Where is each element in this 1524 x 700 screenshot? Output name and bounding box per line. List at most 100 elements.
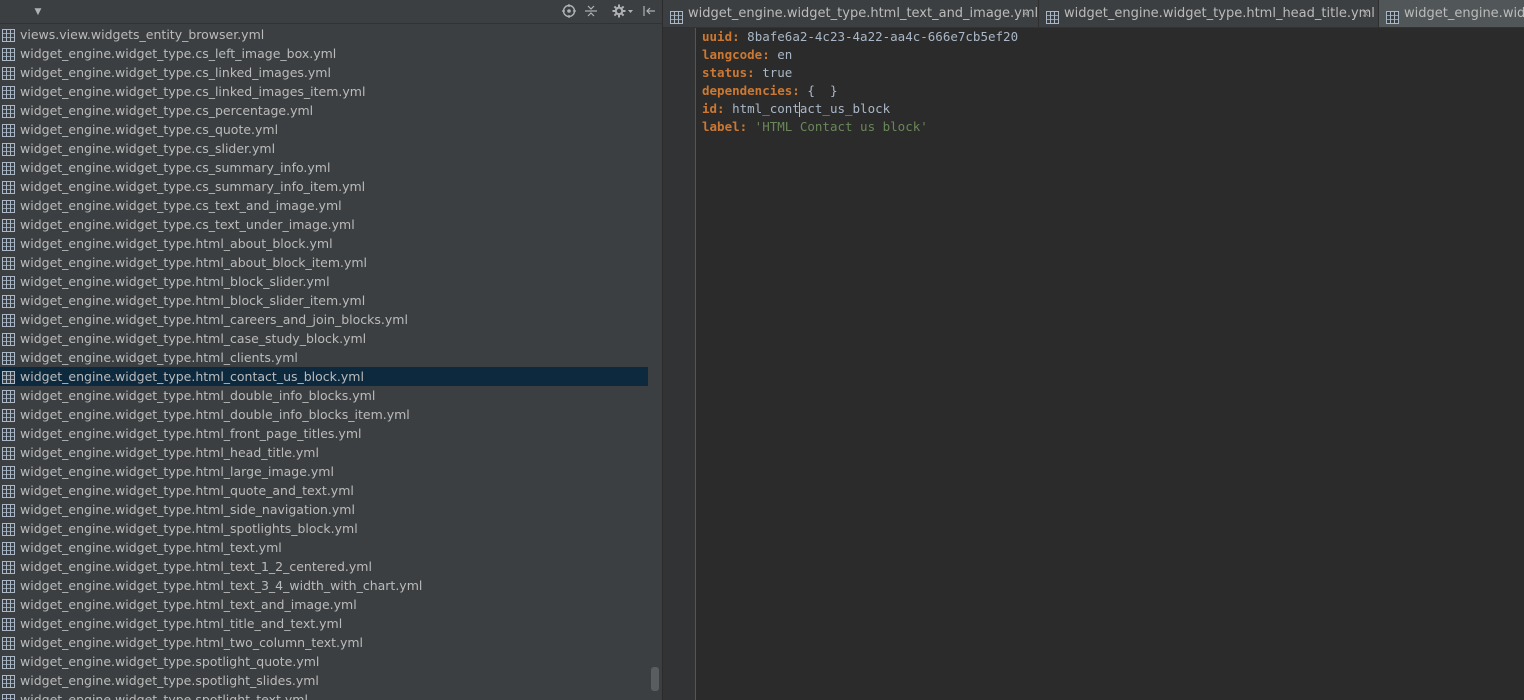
file-tree-item[interactable]: widget_engine.widget_type.html_large_ima… xyxy=(0,462,650,481)
file-name: widget_engine.widget_type.html_double_in… xyxy=(20,388,376,403)
file-name: widget_engine.widget_type.spotlight_quot… xyxy=(20,654,320,669)
file-tree-item[interactable]: views.view.widgets_entity_browser.yml xyxy=(0,25,650,44)
yaml-file-icon xyxy=(2,503,15,517)
settings-icon[interactable] xyxy=(612,4,634,20)
dropdown-arrow-icon[interactable]: ▼ xyxy=(30,4,46,20)
file-name: widget_engine.widget_type.cs_linked_imag… xyxy=(20,84,366,99)
yaml-file-icon xyxy=(2,541,15,555)
yaml-file-icon xyxy=(2,332,15,346)
file-tree-item[interactable]: widget_engine.widget_type.cs_linked_imag… xyxy=(0,82,650,101)
file-tree-item[interactable]: widget_engine.widget_type.html_double_in… xyxy=(0,405,650,424)
yaml-file-icon xyxy=(2,256,15,270)
file-tree-item[interactable]: widget_engine.widget_type.html_careers_a… xyxy=(0,310,650,329)
hide-panel-icon[interactable] xyxy=(641,4,657,20)
file-tree-item[interactable]: widget_engine.widget_type.html_two_colum… xyxy=(0,633,650,652)
yaml-file-icon xyxy=(2,522,15,536)
file-name: widget_engine.widget_type.spotlight_text… xyxy=(20,692,308,700)
file-tree-item[interactable]: widget_engine.widget_type.html_double_in… xyxy=(0,386,650,405)
file-name: widget_engine.widget_type.cs_percentage.… xyxy=(20,103,314,118)
file-tree-item[interactable]: widget_engine.widget_type.html_title_and… xyxy=(0,614,650,633)
yaml-value: html_cont xyxy=(724,101,800,116)
file-tree-item[interactable]: widget_engine.widget_type.html_spotlight… xyxy=(0,519,650,538)
code-line[interactable]: id: html_contact_us_block xyxy=(702,100,1018,118)
file-tree-item[interactable]: widget_engine.widget_type.html_clients.y… xyxy=(0,348,650,367)
yaml-file-icon xyxy=(2,161,15,175)
locate-icon[interactable] xyxy=(561,4,577,20)
file-name: widget_engine.widget_type.html_text_and_… xyxy=(20,597,357,612)
file-tree-item[interactable]: widget_engine.widget_type.html_about_blo… xyxy=(0,253,650,272)
file-tree-item[interactable]: widget_engine.widget_type.cs_linked_imag… xyxy=(0,63,650,82)
file-tree-item[interactable]: widget_engine.widget_type.cs_percentage.… xyxy=(0,101,650,120)
file-tree-item[interactable]: widget_engine.widget_type.cs_quote.yml xyxy=(0,120,650,139)
yaml-file-icon xyxy=(2,294,15,308)
tab-html-contact-us-block[interactable]: widget_engine.widg xyxy=(1379,0,1524,27)
yaml-file-icon xyxy=(2,199,15,213)
file-name: widget_engine.widget_type.html_spotlight… xyxy=(20,521,358,536)
file-tree-item[interactable]: widget_engine.widget_type.cs_summary_inf… xyxy=(0,177,650,196)
file-tree-item[interactable]: widget_engine.widget_type.html_quote_and… xyxy=(0,481,650,500)
file-name: widget_engine.widget_type.cs_text_and_im… xyxy=(20,198,342,213)
yaml-file-icon xyxy=(2,446,15,460)
yaml-file-icon xyxy=(2,579,15,593)
close-icon[interactable]: × xyxy=(1361,0,1370,27)
file-name: widget_engine.widget_type.html_clients.y… xyxy=(20,350,298,365)
file-tree-item[interactable]: widget_engine.widget_type.cs_text_under_… xyxy=(0,215,650,234)
file-tree-item[interactable]: widget_engine.widget_type.html_text.yml xyxy=(0,538,650,557)
code-line[interactable]: langcode: en xyxy=(702,46,1018,64)
yaml-file-icon xyxy=(2,47,15,61)
file-tree-item[interactable]: widget_engine.widget_type.html_head_titl… xyxy=(0,443,650,462)
yaml-value: act_us_block xyxy=(799,101,891,116)
file-name: widget_engine.widget_type.cs_slider.yml xyxy=(20,141,276,156)
collapse-all-icon[interactable] xyxy=(583,4,599,20)
yaml-file-icon xyxy=(2,693,15,700)
file-name: widget_engine.widget_type.html_side_navi… xyxy=(20,502,355,517)
yaml-file-icon xyxy=(2,142,15,156)
yaml-key: id: xyxy=(702,101,725,116)
file-tree-item[interactable]: widget_engine.widget_type.html_block_sli… xyxy=(0,291,650,310)
code-line[interactable]: label: 'HTML Contact us block' xyxy=(702,118,1018,136)
file-tree-item[interactable]: widget_engine.widget_type.html_front_pag… xyxy=(0,424,650,443)
yaml-file-icon xyxy=(2,28,15,42)
file-tree-item[interactable]: widget_engine.widget_type.html_text_3_4_… xyxy=(0,576,650,595)
file-name: widget_engine.widget_type.html_head_titl… xyxy=(20,445,319,460)
file-tree-item[interactable]: widget_engine.widget_type.cs_slider.yml xyxy=(0,139,650,158)
file-name: widget_engine.widget_type.html_block_sli… xyxy=(20,274,330,289)
file-tree-item[interactable]: widget_engine.widget_type.html_block_sli… xyxy=(0,272,650,291)
file-name: widget_engine.widget_type.html_two_colum… xyxy=(20,635,364,650)
code-line[interactable]: status: true xyxy=(702,64,1018,82)
scrollbar-thumb[interactable] xyxy=(651,667,659,691)
file-name: widget_engine.widget_type.html_text.yml xyxy=(20,540,282,555)
file-name: widget_engine.widget_type.cs_text_under_… xyxy=(20,217,355,232)
editor-tab-bar: widget_engine.widget_type.html_text_and_… xyxy=(663,0,1524,28)
code-line[interactable]: uuid: 8bafe6a2-4c23-4a22-aa4c-666e7cb5ef… xyxy=(702,28,1018,46)
file-tree-item[interactable]: widget_engine.widget_type.cs_summary_inf… xyxy=(0,158,650,177)
yaml-file-icon xyxy=(2,180,15,194)
file-tree-item[interactable]: widget_engine.widget_type.cs_text_and_im… xyxy=(0,196,650,215)
file-tree-item[interactable]: widget_engine.widget_type.html_side_navi… xyxy=(0,500,650,519)
tab-html-head-title[interactable]: widget_engine.widget_type.html_head_titl… xyxy=(1039,0,1379,27)
file-tree-item[interactable]: widget_engine.widget_type.html_case_stud… xyxy=(0,329,650,348)
file-tree-item[interactable]: widget_engine.widget_type.html_text_1_2_… xyxy=(0,557,650,576)
file-name: widget_engine.widget_type.html_contact_u… xyxy=(20,369,364,384)
yaml-file-icon xyxy=(2,674,15,688)
tab-html-text-and-image[interactable]: widget_engine.widget_type.html_text_and_… xyxy=(663,0,1039,27)
code-editor[interactable]: uuid: 8bafe6a2-4c23-4a22-aa4c-666e7cb5ef… xyxy=(663,28,1524,700)
file-tree-item[interactable]: widget_engine.widget_type.html_contact_u… xyxy=(0,367,648,386)
code-line[interactable]: dependencies: { } xyxy=(702,82,1018,100)
yaml-file-icon xyxy=(2,237,15,251)
tab-label: widget_engine.widg xyxy=(1404,6,1524,21)
code-content[interactable]: uuid: 8bafe6a2-4c23-4a22-aa4c-666e7cb5ef… xyxy=(702,28,1018,136)
yaml-file-icon xyxy=(2,123,15,137)
file-tree-item[interactable]: widget_engine.widget_type.html_about_blo… xyxy=(0,234,650,253)
file-name: widget_engine.widget_type.html_about_blo… xyxy=(20,255,368,270)
yaml-value: en xyxy=(769,47,793,62)
file-tree-item[interactable]: widget_engine.widget_type.cs_left_image_… xyxy=(0,44,650,63)
file-tree-item[interactable]: widget_engine.widget_type.spotlight_quot… xyxy=(0,652,650,671)
file-tree-item[interactable]: widget_engine.widget_type.spotlight_text… xyxy=(0,690,650,700)
close-icon[interactable]: × xyxy=(1021,0,1030,27)
yaml-file-icon xyxy=(2,85,15,99)
file-tree-scrollbar[interactable] xyxy=(650,25,662,700)
file-tree-item[interactable]: widget_engine.widget_type.html_text_and_… xyxy=(0,595,650,614)
tab-label: widget_engine.widget_type.html_text_and_… xyxy=(688,6,1039,21)
file-tree-item[interactable]: widget_engine.widget_type.spotlight_slid… xyxy=(0,671,650,690)
